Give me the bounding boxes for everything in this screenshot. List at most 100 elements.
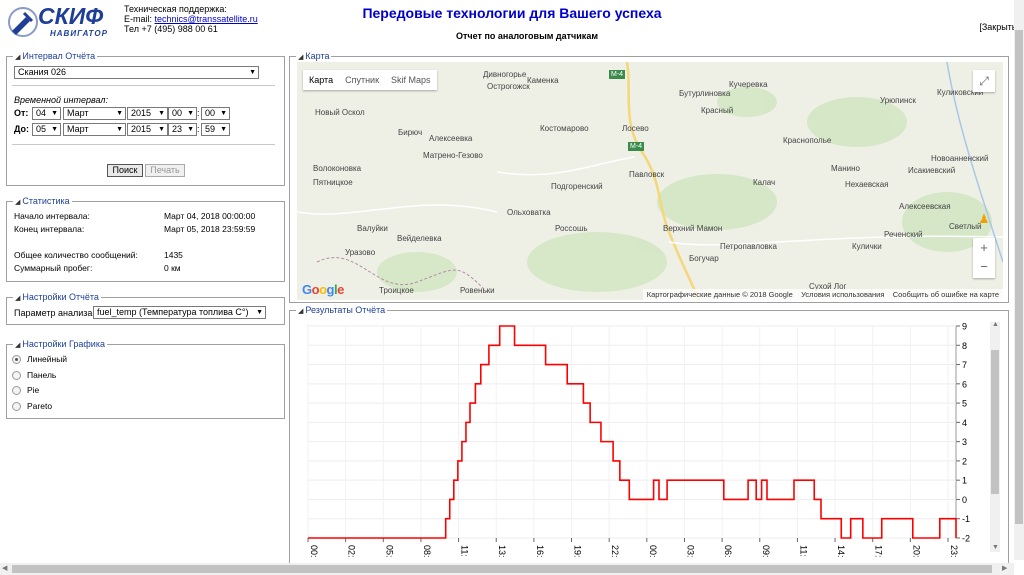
param-select-value: fuel_temp (Температура топлива C°) (97, 307, 249, 317)
terms-link[interactable]: Условия использования (801, 290, 884, 299)
map-place: Новоанненский (931, 154, 989, 163)
collapse-triangle-icon[interactable]: ◢ (298, 54, 303, 61)
map-place: Реченский (884, 230, 923, 239)
scroll-up-icon[interactable]: ▲ (992, 321, 999, 328)
to-month-select[interactable]: Март ▼ (63, 123, 126, 136)
time-colon: : (197, 124, 200, 134)
graph-settings-legend: Настройки Графика (22, 339, 105, 349)
graph-type-option[interactable]: Панель (12, 370, 56, 380)
zoom-out-button[interactable]: − (973, 258, 995, 278)
collapse-triangle-icon[interactable]: ◢ (298, 308, 303, 315)
pegman-icon[interactable]: ♟ (975, 208, 993, 230)
map-tab-map[interactable]: Карта (303, 70, 339, 90)
map-place: Краснополье (783, 136, 832, 145)
map-tab-satellite[interactable]: Спутник (339, 70, 385, 90)
chevron-down-icon: ▼ (187, 110, 194, 117)
map-place: Ровеньки (460, 286, 495, 295)
results-chart: 9 8 7 6 5 4 3 2 1 0 -1 -2 00: 02: 05: 08: 11: 13: 16: 19: 22… (307, 322, 970, 558)
y-tick-label: 3 (962, 437, 967, 447)
collapse-triangle-icon[interactable]: ◢ (15, 295, 20, 302)
x-tick-label: 13: (497, 545, 507, 558)
stat-value: 1435 (164, 250, 183, 260)
y-tick-label: 2 (962, 456, 967, 466)
road-badge: M-4 (628, 142, 645, 151)
map-type-tabs: Карта Спутник Skif Maps (303, 70, 437, 90)
y-tick-label: 7 (962, 360, 967, 370)
map-place: Валуйки (357, 224, 388, 233)
collapse-triangle-icon[interactable]: ◢ (15, 54, 20, 61)
x-tick-label: 08: (422, 545, 432, 558)
radio-button[interactable] (12, 370, 21, 380)
x-tick-label: 02: (347, 545, 357, 558)
stat-value: 0 км (164, 263, 181, 273)
map-place: Бирюч (398, 128, 423, 137)
page-vertical-scrollbar[interactable] (1014, 0, 1024, 560)
map-view[interactable]: Карта Спутник Skif Maps M-4 M-4 Дивногор… (297, 62, 1003, 300)
graph-type-option[interactable]: Линейный (12, 354, 67, 365)
google-logo[interactable]: Google (302, 282, 344, 297)
page-horizontal-scrollbar[interactable]: ◀ ▶ (0, 563, 1014, 575)
print-button[interactable]: Печать (145, 164, 185, 177)
scroll-left-icon[interactable]: ◀ (2, 564, 7, 572)
to-minute-select[interactable]: 59 ▼ (201, 123, 230, 136)
radio-button[interactable] (12, 401, 21, 411)
from-day-select[interactable]: 04 ▼ (32, 107, 61, 120)
vehicle-select-value: Скания 026 (18, 67, 67, 77)
stat-label: Конец интервала: (14, 224, 85, 234)
from-year-select[interactable]: 2015 ▼ (127, 107, 168, 120)
chart-scrollbar[interactable]: ▲ ▼ (990, 321, 1000, 552)
site-title: Передовые технологии для Вашего успеха (362, 5, 662, 21)
search-button[interactable]: Поиск (107, 164, 143, 177)
stat-label: Начало интервала: (14, 211, 90, 221)
from-month-select[interactable]: Март ▼ (63, 107, 126, 120)
y-tick-label: -2 (962, 534, 970, 544)
fullscreen-icon[interactable]: ⤢ (973, 70, 995, 92)
collapse-triangle-icon[interactable]: ◢ (15, 199, 20, 206)
page-hscroll-thumb[interactable] (12, 565, 992, 573)
radio-label: Pie (27, 385, 40, 395)
from-month-value: Март (67, 108, 89, 118)
radio-button[interactable] (12, 386, 21, 396)
road-badge: M-4 (609, 70, 626, 79)
from-hour-select[interactable]: 00 ▼ (168, 107, 197, 120)
to-day-select[interactable]: 05 ▼ (32, 123, 61, 136)
to-hour-value: 23 (172, 124, 183, 134)
x-tick-label: 03: (685, 545, 695, 558)
vehicle-select[interactable]: Скания 026 ▼ (14, 66, 259, 79)
collapse-triangle-icon[interactable]: ◢ (15, 342, 20, 349)
map-place: Пятницкое (313, 178, 353, 187)
scroll-down-icon[interactable]: ▼ (992, 544, 999, 551)
map-copyright: Картографические данные © 2018 Google (646, 290, 793, 299)
x-tick-label: 11: (460, 545, 470, 557)
map-place: Матрено-Гезово (423, 151, 483, 160)
page-scroll-thumb[interactable] (1015, 30, 1023, 524)
map-place: Россошь (555, 224, 588, 233)
stat-label: Общее количество сообщений: (14, 250, 138, 260)
from-year-value: 2015 (131, 108, 152, 118)
map-tab-skif-maps[interactable]: Skif Maps (385, 70, 437, 90)
chevron-down-icon: ▼ (158, 110, 165, 117)
chevron-down-icon: ▼ (158, 126, 165, 133)
to-year-select[interactable]: 2015 ▼ (127, 123, 168, 136)
map-place: Уразово (345, 248, 376, 257)
graph-type-option[interactable]: Pareto (12, 401, 52, 411)
x-tick-label: 19: (573, 545, 583, 558)
radio-button[interactable] (12, 355, 21, 365)
x-tick-label: 20: (911, 545, 921, 558)
to-year-value: 2015 (131, 124, 152, 134)
map-place: Бутурлиновка (679, 89, 731, 98)
zoom-in-button[interactable]: + (973, 238, 995, 258)
chart-scroll-thumb[interactable] (991, 350, 999, 494)
scroll-right-icon[interactable]: ▶ (1002, 564, 1007, 572)
from-hour-value: 00 (172, 108, 183, 118)
report-map-error-link[interactable]: Сообщить об ошибке на карте (893, 290, 999, 299)
to-hour-select[interactable]: 23 ▼ (168, 123, 197, 136)
map-place: Алексеевская (899, 202, 951, 211)
map-place: Петропавловка (720, 242, 777, 251)
param-label: Параметр анализа: (14, 308, 95, 318)
from-minute-select[interactable]: 00 ▼ (201, 107, 230, 120)
time-interval-label: Временной интервал: (14, 95, 108, 105)
param-select[interactable]: fuel_temp (Температура топлива C°) ▼ (93, 306, 266, 319)
graph-type-option[interactable]: Pie (12, 385, 40, 396)
map-attribution: Картографические данные © 2018 Google Ус… (642, 289, 1003, 300)
